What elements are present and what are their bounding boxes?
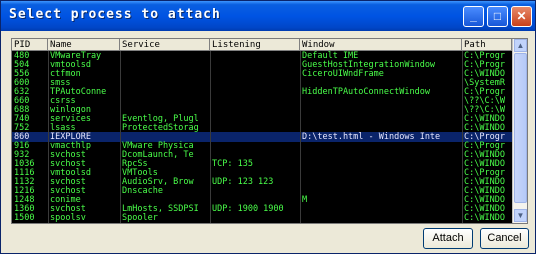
cell-pid: 1500 xyxy=(14,213,35,223)
cancel-button[interactable]: Cancel xyxy=(480,228,529,249)
column-divider xyxy=(462,51,463,223)
column-header-listening[interactable]: Listening xyxy=(210,39,300,51)
column-header-name[interactable]: Name xyxy=(48,39,120,51)
cell-service: Spooler xyxy=(122,213,158,223)
process-list[interactable]: PID Name Service Listening Window Path 4… xyxy=(11,38,528,224)
attach-dialog: Select process to attach _ □ ✕ PID Name … xyxy=(0,0,536,254)
cell-window xyxy=(300,213,462,223)
scroll-thumb[interactable] xyxy=(514,53,527,203)
column-divider xyxy=(300,51,301,223)
cell-name: spoolsv xyxy=(50,213,86,223)
column-divider xyxy=(48,51,49,223)
close-button[interactable]: ✕ xyxy=(511,6,532,27)
column-divider xyxy=(210,51,211,223)
column-header-window[interactable]: Window xyxy=(300,39,462,51)
minimize-button[interactable]: _ xyxy=(463,6,484,27)
cell-path: C:\WINDO xyxy=(464,213,505,223)
maximize-button[interactable]: □ xyxy=(487,6,508,27)
process-rows: 480 VMwareTray Default IME C:\Progr 504 vmtoo… xyxy=(12,51,512,223)
scroll-up-button[interactable]: ▲ xyxy=(514,39,527,52)
vertical-scrollbar[interactable]: ▲ ▼ xyxy=(512,39,527,223)
column-header-service[interactable]: Service xyxy=(120,39,210,51)
column-header-pid[interactable]: PID xyxy=(12,39,48,51)
list-header: PID Name Service Listening Window Path xyxy=(12,39,527,51)
table-row[interactable]: 1500 spoolsv Spooler C:\WINDO xyxy=(12,213,512,223)
cell-listening xyxy=(210,213,300,223)
dialog-title: Select process to attach xyxy=(9,7,221,22)
column-header-path[interactable]: Path xyxy=(462,39,512,51)
attach-button[interactable]: Attach xyxy=(423,228,473,249)
column-divider xyxy=(120,51,121,223)
scroll-down-button[interactable]: ▼ xyxy=(514,209,527,222)
title-bar[interactable]: Select process to attach _ □ ✕ xyxy=(1,1,535,31)
